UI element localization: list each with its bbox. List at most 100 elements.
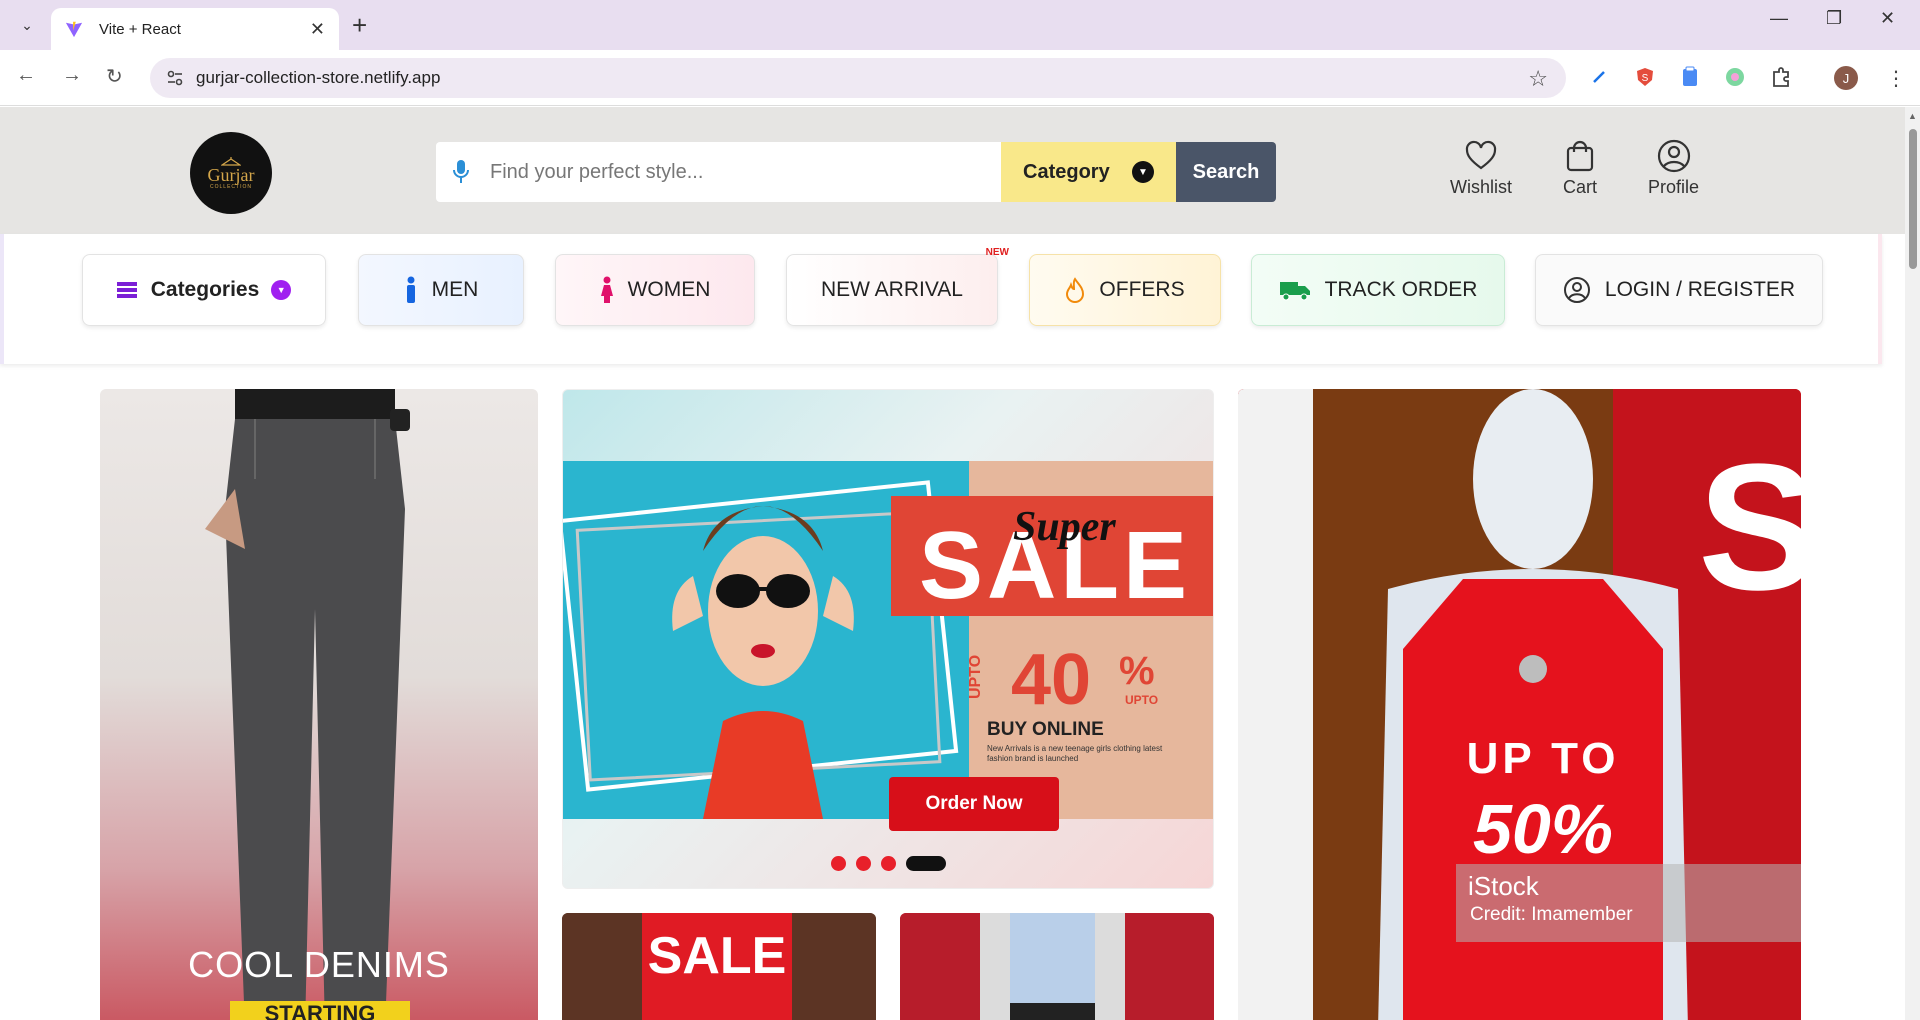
profile-label: Profile	[1648, 177, 1700, 197]
scroll-up-arrow-icon[interactable]: ▲	[1908, 111, 1917, 121]
discount-value: 40	[1011, 640, 1092, 720]
new-tab-icon[interactable]: +	[352, 10, 367, 41]
browser-toolbar: ← → ↻ gurjar-collection-store.netlify.ap…	[0, 50, 1920, 106]
browser-menu-icon[interactable]: ⋮	[1886, 66, 1906, 91]
tab-close-icon[interactable]: ✕	[310, 19, 325, 40]
search-input[interactable]	[490, 160, 970, 184]
super-sale-slide: SALE Super UPTO 40 % UPTO BUY ONLINE New…	[563, 461, 1213, 819]
browser-tab[interactable]: Vite + React ✕	[51, 8, 339, 50]
mannequin-sale-banner[interactable]: S UP TO 50% iStock Credit: Imamember	[1238, 389, 1801, 1020]
percent-sign: %	[1119, 649, 1155, 693]
carousel-dot[interactable]	[856, 856, 871, 871]
buy-online-text: BUY ONLINE	[987, 719, 1104, 740]
delivery-truck-icon	[1279, 282, 1310, 301]
brick-wall-sale-image: SALE	[562, 913, 876, 1020]
bookmark-star-icon[interactable]: ☆	[1528, 66, 1548, 92]
hero-carousel: SALE Super UPTO 40 % UPTO BUY ONLINE New…	[562, 389, 1214, 889]
super-text: Super	[1013, 504, 1116, 550]
denims-starting-strip: STARTING	[230, 1001, 410, 1020]
upto-vertical: UPTO	[967, 654, 984, 699]
profile-button[interactable]: Profile	[1648, 139, 1699, 198]
forward-icon[interactable]: →	[62, 64, 82, 87]
browser-tabbar: ⌄ Vite + React ✕ + — ❐ ✕	[0, 0, 1920, 50]
heart-icon	[1465, 140, 1497, 170]
jeans-image	[205, 389, 410, 1020]
wishlist-label: Wishlist	[1450, 177, 1512, 197]
cart-button[interactable]: Cart	[1563, 139, 1597, 198]
carousel-dot-active[interactable]	[906, 856, 946, 871]
carousel-dots	[831, 856, 946, 871]
upto-small: UPTO	[1125, 693, 1159, 707]
nav-offers-label: OFFERS	[1099, 278, 1185, 301]
tab-search-icon[interactable]: ⌄	[14, 12, 40, 38]
denims-title: COOL DENIMS	[188, 944, 450, 985]
order-now-button[interactable]: Order Now	[889, 777, 1059, 831]
cart-label: Cart	[1563, 177, 1598, 197]
svg-text:S: S	[1698, 427, 1801, 628]
scrollbar-thumb[interactable]	[1909, 129, 1917, 269]
nav-offers[interactable]: OFFERS	[1029, 254, 1221, 326]
user-circle-icon	[1563, 277, 1590, 303]
category-nav: Categories ▼ MEN WOMEN NEW ARRIVAL NEW O…	[0, 234, 1882, 364]
color-extension-icon[interactable]	[1722, 64, 1748, 90]
chevron-down-icon: ▼	[1132, 161, 1154, 183]
istock-credit: Credit: Imamember	[1470, 904, 1633, 925]
minimize-icon[interactable]: —	[1770, 8, 1788, 29]
nav-women-label: WOMEN	[627, 278, 711, 301]
nav-login-label: LOGIN / REGISTER	[1604, 278, 1796, 301]
extensions-puzzle-icon[interactable]	[1768, 64, 1794, 90]
pen-extension-icon[interactable]	[1586, 64, 1612, 90]
search-button[interactable]: Search	[1176, 142, 1276, 202]
istock-watermark: iStock	[1468, 871, 1539, 901]
nav-women[interactable]: WOMEN	[555, 254, 755, 326]
search-field	[436, 142, 1001, 202]
url-text: gurjar-collection-store.netlify.app	[196, 68, 441, 87]
logo-name: Gurjar	[207, 165, 255, 185]
category-label: Category	[1023, 160, 1110, 183]
profile-avatar[interactable]: J	[1834, 66, 1858, 90]
nav-categories[interactable]: Categories ▼	[82, 254, 326, 326]
thumb-sale-text: SALE	[648, 927, 787, 985]
vite-favicon-icon	[65, 21, 83, 38]
fire-icon	[1066, 277, 1085, 303]
reload-icon[interactable]: ↻	[106, 64, 123, 89]
nav-men-label: MEN	[431, 278, 479, 301]
tab-title: Vite + React	[99, 20, 181, 38]
new-badge: NEW	[985, 247, 1009, 258]
nav-new-arrival[interactable]: NEW ARRIVAL NEW	[786, 247, 1009, 326]
restore-icon[interactable]: ❐	[1826, 8, 1842, 29]
site-logo[interactable]: Gurjar COLLECTION	[190, 132, 272, 214]
nav-login-register[interactable]: LOGIN / REGISTER	[1535, 254, 1823, 326]
shield-extension-icon[interactable]: S	[1632, 64, 1658, 90]
clipboard-extension-icon[interactable]	[1677, 64, 1703, 90]
site-info-icon[interactable]	[164, 67, 186, 89]
nav-men[interactable]: MEN	[358, 254, 524, 326]
denims-banner[interactable]: COOL DENIMS STARTING	[100, 389, 538, 1020]
carousel-dot[interactable]	[831, 856, 846, 871]
wishlist-button[interactable]: Wishlist	[1450, 139, 1512, 198]
category-dropdown[interactable]: Category ▼	[1001, 142, 1176, 202]
buy-online-subtext: New Arrivals is a new teenage girls clot…	[987, 744, 1163, 763]
nav-track-order[interactable]: TRACK ORDER	[1251, 254, 1505, 326]
man-icon	[406, 276, 415, 303]
logo-sub: COLLECTION	[210, 184, 252, 190]
page-viewport: Gurjar COLLECTION Category ▼ Search Wish…	[0, 107, 1905, 1020]
shirt-model-image	[900, 913, 1214, 1020]
menu-icon	[116, 282, 137, 298]
address-bar[interactable]: gurjar-collection-store.netlify.app ☆	[150, 58, 1566, 98]
tag-percent-text: 50%	[1472, 790, 1614, 868]
microphone-icon[interactable]	[452, 159, 470, 185]
nav-track-order-label: TRACK ORDER	[1324, 278, 1478, 301]
chevron-down-icon: ▼	[271, 280, 292, 300]
page-scrollbar[interactable]: ▲	[1905, 107, 1920, 1020]
search-bar: Category ▼ Search	[436, 142, 1276, 202]
shopping-bag-icon	[1566, 140, 1594, 172]
back-icon[interactable]: ←	[16, 64, 36, 87]
tag-upto-text: UP TO	[1466, 734, 1620, 783]
close-window-icon[interactable]: ✕	[1880, 8, 1895, 29]
sale-thumbnail[interactable]: SALE	[562, 913, 876, 1020]
shirt-thumbnail[interactable]	[900, 913, 1214, 1020]
site-header: Gurjar COLLECTION Category ▼ Search Wish…	[0, 107, 1905, 234]
nav-categories-label: Categories	[150, 278, 260, 301]
carousel-dot[interactable]	[881, 856, 896, 871]
